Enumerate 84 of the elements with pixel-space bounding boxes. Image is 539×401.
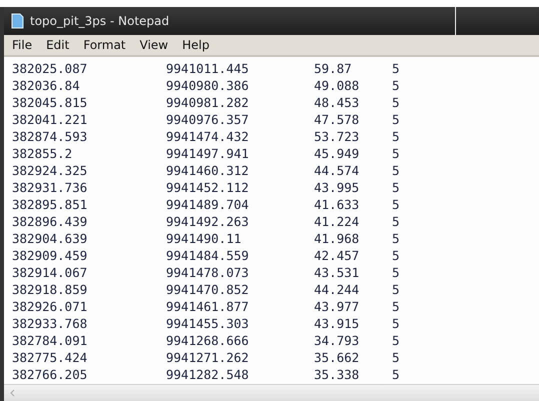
text-value: 43.995 xyxy=(314,180,360,195)
text-value: 9941492.263 xyxy=(166,214,250,229)
text-value: 382914.067 xyxy=(12,265,88,280)
text-value: 5 xyxy=(392,350,401,365)
text-value: 35.338 xyxy=(314,367,360,382)
notepad-icon xyxy=(10,13,24,29)
menu-item[interactable]: View xyxy=(140,38,168,52)
text-value: 9940981.282 xyxy=(166,95,250,110)
text-value: 382041.221 xyxy=(12,112,88,127)
text-value: 41.224 xyxy=(314,214,360,229)
text-value: 5 xyxy=(392,231,401,246)
text-value: 382025.087 xyxy=(12,61,88,76)
text-value: 5 xyxy=(392,163,401,178)
text-value: 382918.859 xyxy=(12,282,88,297)
text-value: 5 xyxy=(392,180,401,195)
text-value: 5 xyxy=(392,316,401,331)
text-value: 49.088 xyxy=(314,78,360,93)
text-value: 42.457 xyxy=(314,248,360,263)
text-value: 382045.815 xyxy=(12,95,88,110)
text-value: 382909.459 xyxy=(12,248,88,263)
text-value: 53.723 xyxy=(314,129,360,144)
text-value: 9941452.112 xyxy=(166,180,250,195)
text-value: 382874.593 xyxy=(12,129,88,144)
menu-item[interactable]: Format xyxy=(83,38,126,52)
text-value: 5 xyxy=(392,95,401,110)
text-value: 382775.424 xyxy=(12,350,88,365)
window-title: topo_pit_3ps - Notepad xyxy=(30,14,170,28)
text-value: 382926.071 xyxy=(12,299,88,314)
text-value: 382855.2 xyxy=(12,146,74,161)
text-value: 45.949 xyxy=(314,146,360,161)
text-value: 9941455.303 xyxy=(166,316,250,331)
text-value: 9941011.445 xyxy=(166,61,250,76)
text-value: 9941470.852 xyxy=(166,282,250,297)
text-value: 59.87 xyxy=(314,61,353,76)
text-value: 9940976.357 xyxy=(166,112,250,127)
text-value: 43.915 xyxy=(314,316,360,331)
text-value: 44.244 xyxy=(314,282,360,297)
horizontal-scrollbar[interactable] xyxy=(4,384,539,401)
text-value: 47.578 xyxy=(314,112,360,127)
text-value: 9940980.386 xyxy=(166,78,250,93)
text-value: 5 xyxy=(392,129,401,144)
text-value: 382036.84 xyxy=(12,78,81,93)
text-value: 5 xyxy=(392,112,401,127)
text-value: 5 xyxy=(392,333,401,348)
text-value: 5 xyxy=(392,299,401,314)
text-value: 5 xyxy=(392,248,401,263)
text-value: 43.977 xyxy=(314,299,360,314)
text-value: 5 xyxy=(392,214,401,229)
text-value: 35.662 xyxy=(314,350,360,365)
text-value: 5 xyxy=(392,146,401,161)
text-value: 9941282.548 xyxy=(166,367,250,382)
text-value: 44.574 xyxy=(314,163,360,178)
text-value: 9941484.559 xyxy=(166,248,250,263)
text-value: 5 xyxy=(392,282,401,297)
text-value: 48.453 xyxy=(314,95,360,110)
text-value: 382904.639 xyxy=(12,231,88,246)
menu-item[interactable]: Help xyxy=(182,38,210,52)
text-value: 5 xyxy=(392,197,401,212)
text-value: 9941461.877 xyxy=(166,299,250,314)
text-value: 382933.768 xyxy=(12,316,88,331)
text-value: 9941268.666 xyxy=(166,333,250,348)
text-value: 9941489.704 xyxy=(166,197,250,212)
text-value: 41.633 xyxy=(314,197,360,212)
text-value: 382924.325 xyxy=(12,163,88,178)
text-value: 34.793 xyxy=(314,333,360,348)
text-value: 382784.091 xyxy=(12,333,88,348)
text-value: 43.531 xyxy=(314,265,360,280)
text-value: 5 xyxy=(392,78,401,93)
text-value: 9941271.262 xyxy=(166,350,250,365)
text-value: 382896.439 xyxy=(12,214,88,229)
text-value: 5 xyxy=(392,367,401,382)
menu-item[interactable]: Edit xyxy=(46,38,70,52)
text-value: 5 xyxy=(392,61,401,76)
text-value: 9941474.432 xyxy=(166,129,250,144)
text-value: 382895.851 xyxy=(12,197,88,212)
text-value: 5 xyxy=(392,265,401,280)
text-value: 382766.205 xyxy=(12,367,88,382)
text-value: 9941497.941 xyxy=(166,146,250,161)
text-value: 382931.736 xyxy=(12,180,88,195)
text-value: 9941460.312 xyxy=(166,163,250,178)
text-value: 9941490.11 xyxy=(166,231,242,246)
menu-item[interactable]: File xyxy=(12,38,32,52)
text-value: 41.968 xyxy=(314,231,360,246)
text-value: 9941478.073 xyxy=(166,265,250,280)
